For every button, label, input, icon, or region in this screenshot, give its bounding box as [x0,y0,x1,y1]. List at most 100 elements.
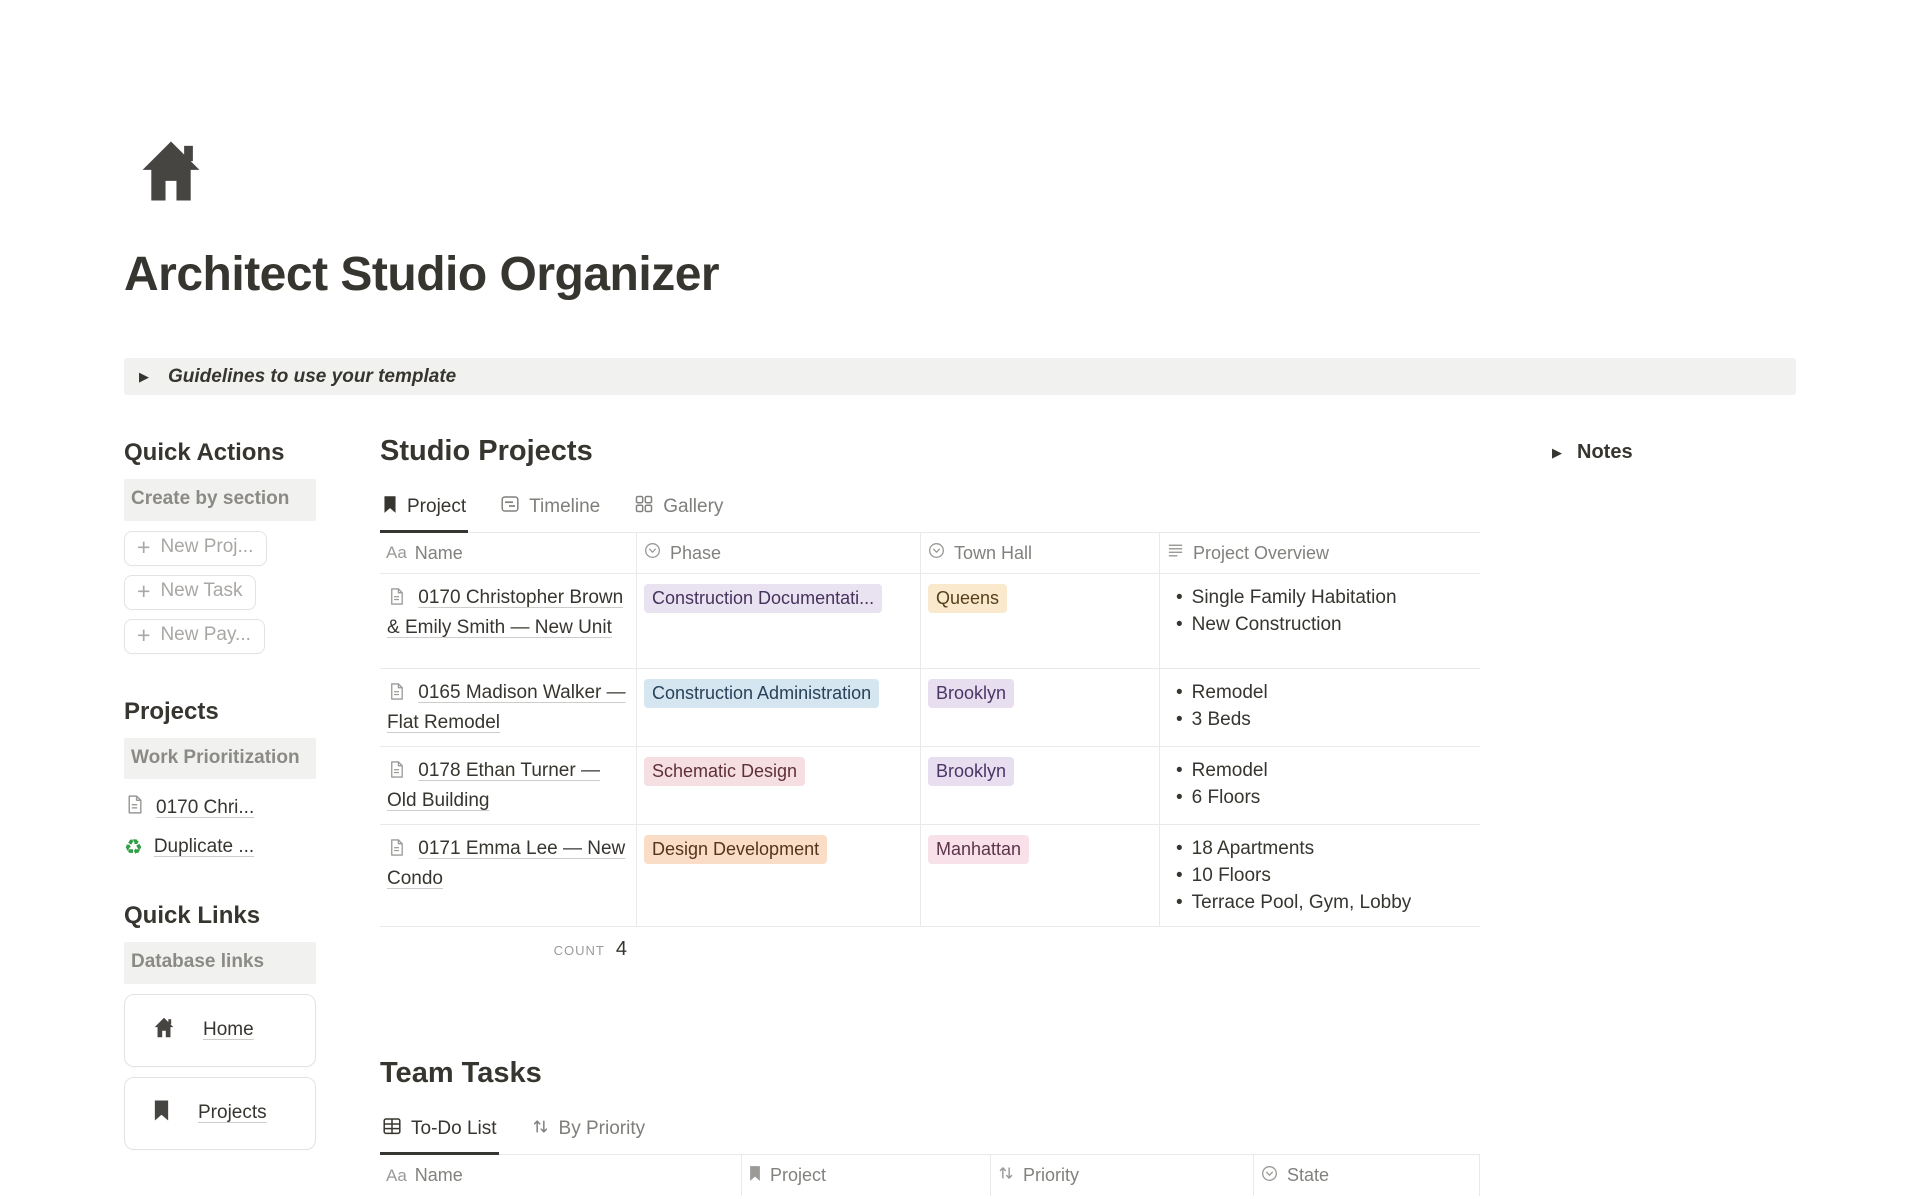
tab-project-label: Project [407,496,466,518]
tab-timeline-label: Timeline [529,496,600,518]
column-header-name[interactable]: Aa Name [380,1155,742,1196]
phase-chip[interactable]: Design Development [644,835,827,864]
column-town-hall-label: Town Hall [954,543,1032,564]
page-icon [387,590,411,611]
overview-cell[interactable]: 18 Apartments 10 Floors Terrace Pool, Gy… [1160,825,1480,927]
column-header-name[interactable]: Aa Name [380,533,637,574]
column-header-project[interactable]: Project [742,1155,991,1196]
sort-icon [531,1117,550,1142]
column-header-town-hall[interactable]: Town Hall [921,533,1160,574]
tab-to-do-list[interactable]: To-Do List [380,1112,499,1155]
overview-item: Remodel [1192,757,1268,784]
overview-cell[interactable]: Single Family Habitation New Constructio… [1160,574,1480,669]
main-column: Studio Projects Project [380,429,1480,1196]
town-hall-chip[interactable]: Brooklyn [928,679,1014,708]
project-name-link[interactable]: 0170 Christopher Brown & Emily Smith — N… [387,587,623,638]
column-header-phase[interactable]: Phase [637,533,921,574]
overview-item: Single Family Habitation [1192,584,1397,611]
project-name-link[interactable]: 0178 Ethan Turner — Old Building [387,760,600,811]
overview-item: Terrace Pool, Gym, Lobby [1192,889,1412,916]
database-links-label: Database links [124,942,316,984]
sort-icon [997,1164,1015,1187]
column-header-state[interactable]: State [1254,1155,1480,1196]
phase-chip[interactable]: Schematic Design [644,757,805,786]
town-hall-chip[interactable]: Brooklyn [928,757,1014,786]
town-hall-chip[interactable]: Queens [928,584,1007,613]
project-name-link[interactable]: 0171 Emma Lee — New Condo [387,838,625,889]
guidelines-label: Guidelines to use your template [168,366,456,388]
project-name-cell[interactable]: 0178 Ethan Turner — Old Building [380,747,637,825]
overview-item: Remodel [1192,679,1268,706]
toggle-triangle-icon[interactable] [1552,446,1562,459]
studio-projects-heading: Studio Projects [380,435,1480,468]
timeline-icon [500,494,520,520]
table-row: 0170 Christopher Brown & Emily Smith — N… [380,574,1480,669]
home-icon[interactable] [134,136,1796,211]
column-header-project-overview[interactable]: Project Overview [1160,533,1480,574]
overview-cell[interactable]: Remodel 3 Beds [1160,669,1480,747]
column-state-label: State [1287,1165,1329,1186]
tab-by-priority[interactable]: By Priority [529,1112,648,1155]
studio-projects-view-tabs: Project Timeline [380,490,1480,533]
table-count-footer[interactable]: COUNT 4 [380,927,637,961]
home-card[interactable]: Home [124,994,316,1067]
bookmark-icon [382,495,398,520]
notes-toggle[interactable]: Notes [1552,441,1796,464]
phase-cell[interactable]: Construction Administration [637,669,921,747]
project-name-cell[interactable]: 0171 Emma Lee — New Condo [380,825,637,927]
sidebar-link-duplicate[interactable]: Duplicate ... [124,836,316,858]
select-icon [927,541,946,565]
tab-gallery[interactable]: Gallery [632,490,725,533]
tab-to-do-list-label: To-Do List [411,1118,497,1140]
project-name-cell[interactable]: 0170 Christopher Brown & Emily Smith — N… [380,574,637,669]
new-project-button[interactable]: New Proj... [124,531,267,566]
left-column: Quick Actions Create by section New Proj… [124,429,316,1150]
select-icon [643,541,662,565]
project-name-link[interactable]: 0165 Madison Walker — Flat Remodel [387,682,626,733]
overview-cell[interactable]: Remodel 6 Floors [1160,747,1480,825]
bookmark-icon [152,1099,171,1128]
town-hall-chip[interactable]: Manhattan [928,835,1029,864]
table-header-row: Aa Name Phase [380,533,1480,574]
count-value: 4 [616,938,627,961]
column-name-label: Name [415,1165,463,1186]
recycle-icon [124,837,143,858]
phase-cell[interactable]: Schematic Design [637,747,921,825]
new-payment-button[interactable]: New Pay... [124,619,265,654]
quick-links-section: Quick Links Database links Home [124,902,316,1150]
town-hall-cell[interactable]: Brooklyn [921,747,1160,825]
town-hall-cell[interactable]: Queens [921,574,1160,669]
create-by-section-label: Create by section [124,479,316,521]
projects-card[interactable]: Projects [124,1077,316,1150]
phase-cell[interactable]: Construction Documentati... [637,574,921,669]
notes-column: Notes [1552,429,1796,464]
phase-chip[interactable]: Construction Administration [644,679,879,708]
quick-action-buttons: New Proj... New Task New Pay... [124,531,316,654]
text-lines-icon [1166,541,1185,565]
project-name-cell[interactable]: 0165 Madison Walker — Flat Remodel [380,669,637,747]
page-icon [387,685,411,706]
tab-timeline[interactable]: Timeline [498,490,602,533]
phase-chip[interactable]: Construction Documentati... [644,584,882,613]
new-task-button[interactable]: New Task [124,575,256,610]
plus-icon [137,580,150,603]
count-label: COUNT [554,943,605,958]
notes-label: Notes [1577,441,1633,464]
sidebar-link-duplicate-label: Duplicate ... [154,836,254,858]
table-header-row: Aa Name Project [380,1155,1480,1196]
table-row: 0178 Ethan Turner — Old Building Schemat… [380,747,1480,825]
phase-cell[interactable]: Design Development [637,825,921,927]
sidebar-link-0170[interactable]: 0170 Chri... [124,794,316,821]
notion-page: Architect Studio Organizer Guidelines to… [124,0,1796,1196]
tab-project[interactable]: Project [380,490,468,533]
town-hall-cell[interactable]: Manhattan [921,825,1160,927]
guidelines-toggle[interactable]: Guidelines to use your template [124,358,1796,395]
town-hall-cell[interactable]: Brooklyn [921,669,1160,747]
quick-actions-section: Quick Actions Create by section New Proj… [124,439,316,654]
team-tasks-heading: Team Tasks [380,1057,1480,1090]
home-card-label: Home [203,1019,254,1041]
column-header-priority[interactable]: Priority [991,1155,1254,1196]
table-row: 0165 Madison Walker — Flat Remodel Const… [380,669,1480,747]
team-tasks-table: Aa Name Project [380,1155,1480,1196]
toggle-triangle-icon[interactable] [139,370,149,383]
